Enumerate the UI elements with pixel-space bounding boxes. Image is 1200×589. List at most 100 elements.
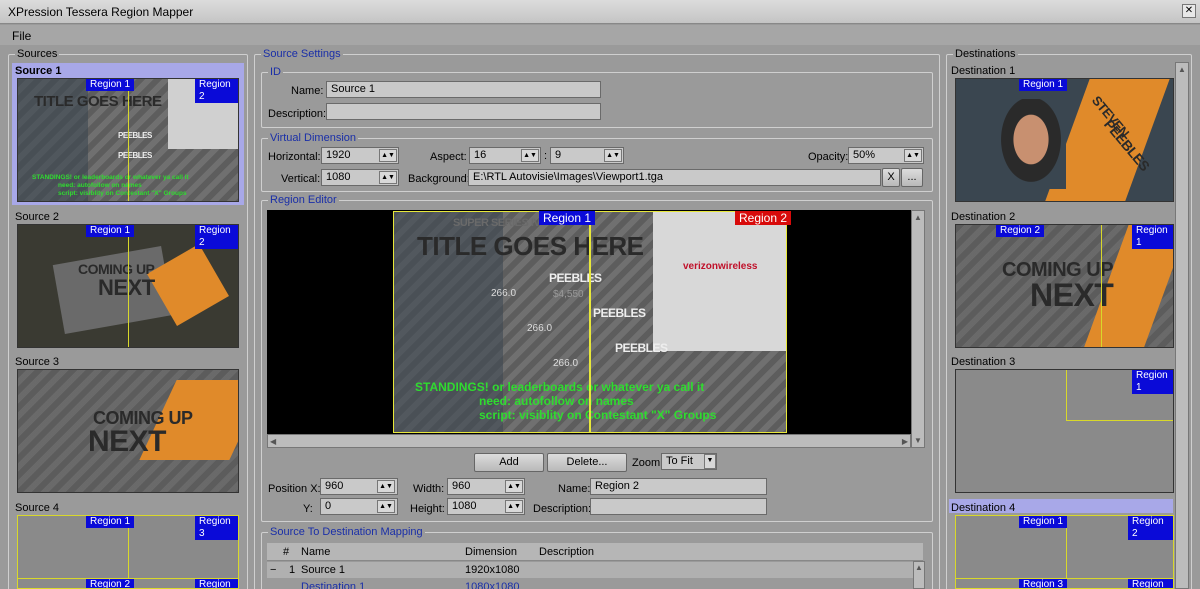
gfx-need: need: autofollow on names <box>58 182 142 189</box>
destination-2-region-1[interactable]: Region 1 <box>1132 225 1173 249</box>
mapping-table-header: # Name Dimension Description <box>267 543 923 561</box>
scroll-up-icon[interactable]: ▲ <box>914 213 922 222</box>
aspect-height-spinner[interactable]: ▲▼ <box>604 149 622 162</box>
canvas-region-2-tag[interactable]: Region 2 <box>735 211 792 225</box>
description-field[interactable] <box>326 103 601 120</box>
y-spinner[interactable]: ▲▼ <box>377 500 395 513</box>
row-name: Destination 1 <box>301 581 366 589</box>
source-1-thumbnail[interactable]: TITLE GOES HERE PEEBLES PEEBLES STANDING… <box>17 78 239 202</box>
source-4-label[interactable]: Source 4 <box>15 502 59 514</box>
mapping-vertical-scrollbar[interactable]: ▲ <box>913 561 925 589</box>
source-1-region-1[interactable]: Region 1 <box>86 79 135 91</box>
region-1-box[interactable] <box>393 211 590 433</box>
add-region-button[interactable]: Add <box>474 453 544 472</box>
column-number[interactable]: # <box>283 546 289 558</box>
description-label: Description: <box>268 108 327 120</box>
id-legend: ID <box>268 66 283 78</box>
source-2-region-2[interactable]: Region 2 <box>195 225 238 249</box>
title-bar: XPression Tessera Region Mapper ✕ <box>0 0 1200 24</box>
menu-file[interactable]: File <box>12 29 31 43</box>
destination-3-label[interactable]: Destination 3 <box>951 356 1015 368</box>
height-label: Height: <box>410 503 445 515</box>
name-field[interactable]: Source 1 <box>326 81 601 98</box>
vertical-spinner[interactable]: ▲▼ <box>379 171 397 184</box>
destination-4-region-4[interactable]: Region 4 <box>1128 579 1173 588</box>
destination-3-thumbnail[interactable]: Region 1 <box>955 369 1174 493</box>
region-divider <box>128 79 129 201</box>
destination-4-label[interactable]: Destination 4 <box>951 502 1015 514</box>
height-spinner[interactable]: ▲▼ <box>505 500 523 513</box>
destination-3-region-1[interactable]: Region 1 <box>1132 370 1173 394</box>
destination-2-thumbnail[interactable]: COMING UP NEXT Region 2 Region 1 <box>955 224 1174 348</box>
row-dimension: 1080x1080 <box>465 581 520 589</box>
destination-4-region-3[interactable]: Region 3 <box>1019 579 1068 588</box>
background-clear-button[interactable]: X <box>882 168 900 187</box>
source-settings-legend: Source Settings <box>261 48 343 60</box>
region-name-field[interactable]: Region 2 <box>590 478 767 495</box>
collapse-icon[interactable]: − <box>270 564 276 576</box>
column-description[interactable]: Description <box>539 546 594 558</box>
destination-4-region-1[interactable]: Region 1 <box>1019 516 1068 528</box>
region-canvas[interactable]: SUPER SERIES IV TITLE GOES HERE verizonw… <box>267 210 911 434</box>
column-name[interactable]: Name <box>301 546 330 558</box>
scroll-left-icon[interactable]: ◀ <box>270 437 276 446</box>
aspect-width-spinner[interactable]: ▲▼ <box>521 149 539 162</box>
background-browse-button[interactable]: ... <box>901 168 923 187</box>
window-title: XPression Tessera Region Mapper <box>8 5 194 19</box>
gfx-name-1: PEEBLES <box>118 131 152 140</box>
gfx-next: NEXT <box>88 425 167 458</box>
canvas-horizontal-scrollbar[interactable]: ◀ ▶ <box>267 434 911 448</box>
source-4-region-2[interactable]: Region 2 <box>86 579 135 588</box>
destination-1-region-1[interactable]: Region 1 <box>1019 79 1068 91</box>
width-spinner[interactable]: ▲▼ <box>505 480 523 493</box>
source-2-thumbnail[interactable]: COMING UP NEXT Region 1 Region 2 <box>17 224 239 348</box>
table-row[interactable]: Destination 1 1080x1080 <box>267 579 913 589</box>
background-path-field[interactable]: E:\RTL Autovisie\Images\Viewport1.tga <box>468 169 881 186</box>
source-4-thumbnail[interactable]: Region 1 Region 3 Region 2 Region 4 <box>17 515 239 589</box>
scroll-right-icon[interactable]: ▶ <box>902 437 908 446</box>
destination-2-label[interactable]: Destination 2 <box>951 211 1015 223</box>
region-divider <box>1066 370 1067 420</box>
destinations-scrollbar[interactable]: ▲ <box>1175 62 1189 589</box>
gfx-name-2: PEEBLES <box>118 151 152 160</box>
row-number: 1 <box>289 564 296 576</box>
opacity-label: Opacity: <box>808 151 849 163</box>
posx-spinner[interactable]: ▲▼ <box>377 480 395 493</box>
region-description-label: Description: <box>533 503 592 515</box>
source-1-region-2[interactable]: Region 2 <box>195 79 238 103</box>
source-2-label[interactable]: Source 2 <box>15 211 59 223</box>
region-2-box[interactable] <box>590 211 787 433</box>
opacity-spinner[interactable]: ▲▼ <box>904 149 922 162</box>
destination-4-region-2[interactable]: Region 2 <box>1128 516 1173 540</box>
menu-bar: File <box>0 25 1200 45</box>
aspect-separator: : <box>544 150 548 162</box>
column-dimension[interactable]: Dimension <box>465 546 517 558</box>
source-3-label[interactable]: Source 3 <box>15 356 59 368</box>
region-divider <box>1101 225 1102 347</box>
region-description-field[interactable] <box>590 498 767 515</box>
source-4-region-1[interactable]: Region 1 <box>86 516 135 528</box>
canvas-region-1-tag[interactable]: Region 1 <box>539 211 596 225</box>
name-label: Name: <box>291 85 324 97</box>
source-4-region-4[interactable]: Region 4 <box>195 579 238 588</box>
canvas-vertical-scrollbar[interactable]: ▲ ▼ <box>911 210 925 448</box>
source-1-label[interactable]: Source 1 <box>15 65 61 77</box>
scroll-up-icon[interactable]: ▲ <box>915 563 923 572</box>
destination-1-label[interactable]: Destination 1 <box>951 65 1015 77</box>
horizontal-label: Horizontal: <box>268 151 321 163</box>
destination-1-thumbnail[interactable]: STEVEN PEEBLES Region 1 <box>955 78 1174 202</box>
horizontal-spinner[interactable]: ▲▼ <box>379 149 397 162</box>
posx-label: Position X: <box>268 483 321 495</box>
close-icon[interactable]: ✕ <box>1182 4 1196 18</box>
destination-4-thumbnail[interactable]: Region 1 Region 2 Region 3 Region 4 <box>955 515 1174 589</box>
source-4-region-3[interactable]: Region 3 <box>195 516 238 540</box>
mapping-legend: Source To Destination Mapping <box>268 526 425 538</box>
delete-region-button[interactable]: Delete... <box>547 453 627 472</box>
scroll-down-icon[interactable]: ▼ <box>914 436 922 445</box>
zoom-dropdown-icon[interactable]: ▼ <box>704 454 716 469</box>
source-3-thumbnail[interactable]: COMING UP NEXT <box>17 369 239 493</box>
scroll-up-icon[interactable]: ▲ <box>1178 65 1186 74</box>
destination-2-region-2[interactable]: Region 2 <box>996 225 1045 237</box>
source-2-region-1[interactable]: Region 1 <box>86 225 135 237</box>
table-row[interactable]: − 1 Source 1 1920x1080 <box>267 562 913 578</box>
